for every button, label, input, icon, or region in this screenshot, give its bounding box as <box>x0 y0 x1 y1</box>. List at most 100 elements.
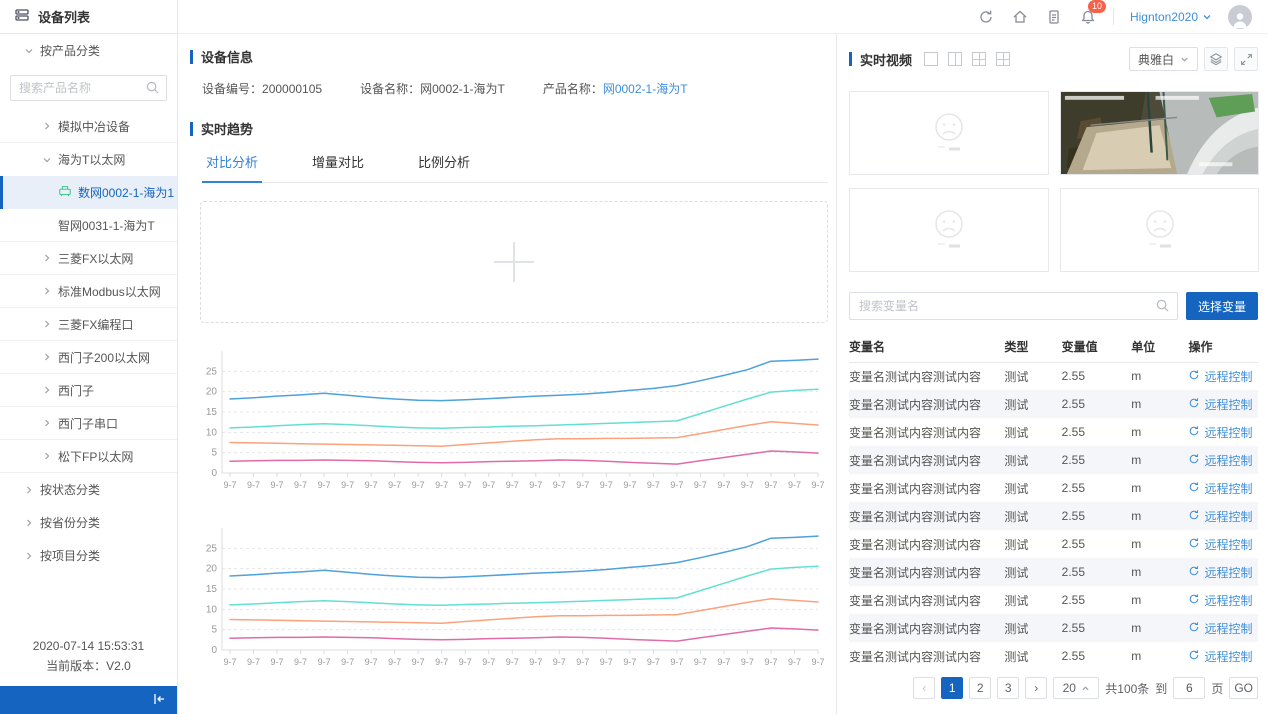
layers-button[interactable] <box>1204 47 1228 71</box>
notifications-icon[interactable]: 10 <box>1079 8 1097 26</box>
tree-item-label: 西门子 <box>58 382 94 399</box>
page-button[interactable]: 3 <box>997 677 1019 699</box>
svg-text:25: 25 <box>206 543 218 554</box>
document-icon[interactable] <box>1045 8 1063 26</box>
layout-4-icon[interactable] <box>996 52 1010 66</box>
cell-unit: m <box>1131 390 1188 418</box>
remote-control-label: 远程控制 <box>1204 424 1252 441</box>
prev-page-button[interactable]: ‹ <box>913 677 935 699</box>
video-placeholder-tile[interactable] <box>849 188 1049 272</box>
column-header: 变量值 <box>1062 332 1132 362</box>
select-variable-button[interactable]: 选择变量 <box>1186 292 1258 320</box>
remote-control-link[interactable]: 远程控制 <box>1188 648 1252 665</box>
remote-control-link[interactable]: 远程控制 <box>1188 480 1252 497</box>
total-count: 共100条 <box>1105 680 1149 697</box>
video-placeholder-tile[interactable] <box>1060 188 1259 272</box>
product-name-link[interactable]: 网0002-1-海为T <box>603 82 688 96</box>
live-video-tile[interactable] <box>1060 91 1259 175</box>
cell-name: 变量名测试内容测试内容 <box>849 418 1004 446</box>
remote-control-link[interactable]: 远程控制 <box>1188 396 1252 413</box>
chevron-right-icon <box>42 121 52 131</box>
trend-tabs: 对比分析 增量对比 比例分析 <box>202 152 828 183</box>
svg-text:9-7: 9-7 <box>271 480 284 490</box>
tree-item[interactable]: 西门子串口 <box>0 407 177 440</box>
svg-text:9-7: 9-7 <box>576 657 589 667</box>
section-accent-bar <box>849 52 852 66</box>
field-value: 200000105 <box>262 82 322 96</box>
search-icon <box>145 80 160 98</box>
variable-search-input[interactable] <box>849 292 1178 320</box>
remote-control-label: 远程控制 <box>1204 536 1252 553</box>
remote-control-link[interactable]: 远程控制 <box>1188 368 1252 385</box>
svg-text:9-7: 9-7 <box>435 480 448 490</box>
cell-value: 2.55 <box>1062 586 1132 614</box>
fullscreen-button[interactable] <box>1234 47 1258 71</box>
remote-control-label: 远程控制 <box>1204 452 1252 469</box>
refresh-icon[interactable] <box>977 8 995 26</box>
collapse-sidebar-button[interactable] <box>0 686 177 714</box>
trend-tab[interactable]: 比例分析 <box>414 152 474 182</box>
remote-control-link[interactable]: 远程控制 <box>1188 620 1252 637</box>
add-chart-dropzone[interactable] <box>200 201 828 323</box>
tree-item[interactable]: 按状态分类 <box>0 473 177 506</box>
collapse-icon <box>151 691 167 710</box>
layout-3-icon[interactable] <box>972 52 986 66</box>
svg-text:9-7: 9-7 <box>788 480 801 490</box>
search-icon <box>1155 298 1170 316</box>
page-buttons: 123 <box>941 677 1019 699</box>
tree-item[interactable]: 智网0031-1-海为T <box>0 209 177 242</box>
theme-select[interactable]: 典雅白 <box>1129 47 1198 71</box>
svg-text:9-7: 9-7 <box>647 480 660 490</box>
trend-tab[interactable]: 对比分析 <box>202 152 262 183</box>
tree-item[interactable]: 数网0002-1-海为1 <box>0 176 177 209</box>
tree-item[interactable]: 西门子200以太网 <box>0 341 177 374</box>
tree-item[interactable]: 标准Modbus以太网 <box>0 275 177 308</box>
cell-name: 变量名测试内容测试内容 <box>849 530 1004 558</box>
page-button[interactable]: 2 <box>969 677 991 699</box>
svg-text:9-7: 9-7 <box>670 657 683 667</box>
tree-item[interactable]: 松下FP以太网 <box>0 440 177 473</box>
table-row: 变量名测试内容测试内容测试2.55m远程控制 <box>849 390 1258 418</box>
product-search-input[interactable] <box>10 75 167 101</box>
layout-2-icon[interactable] <box>948 52 962 66</box>
svg-text:9-7: 9-7 <box>506 480 519 490</box>
video-tools: 典雅白 <box>1129 47 1258 71</box>
goto-page-input[interactable] <box>1173 677 1205 699</box>
next-page-button[interactable]: › <box>1025 677 1047 699</box>
avatar[interactable] <box>1228 5 1252 29</box>
remote-control-link[interactable]: 远程控制 <box>1188 536 1252 553</box>
layout-1-icon[interactable] <box>924 52 938 66</box>
username-dropdown[interactable]: Hignton2020 <box>1130 10 1212 24</box>
svg-text:9-7: 9-7 <box>623 480 636 490</box>
tree-item[interactable]: 三菱FX以太网 <box>0 242 177 275</box>
page-button[interactable]: 1 <box>941 677 963 699</box>
svg-text:9-7: 9-7 <box>529 657 542 667</box>
trend-tab[interactable]: 增量对比 <box>308 152 368 182</box>
page-size-select[interactable]: 20 <box>1053 677 1099 699</box>
svg-text:15: 15 <box>206 584 218 595</box>
tree-item[interactable]: 西门子 <box>0 374 177 407</box>
column-header: 类型 <box>1004 332 1061 362</box>
video-header: 实时视频 典雅白 <box>849 47 1258 71</box>
remote-control-link[interactable]: 远程控制 <box>1188 452 1252 469</box>
video-placeholder-tile[interactable] <box>849 91 1049 175</box>
cell-type: 测试 <box>1004 530 1061 558</box>
svg-text:9-7: 9-7 <box>764 657 777 667</box>
remote-control-link[interactable]: 远程控制 <box>1188 508 1252 525</box>
svg-text:9-7: 9-7 <box>459 480 472 490</box>
remote-control-link[interactable]: 远程控制 <box>1188 424 1252 441</box>
remote-control-link[interactable]: 远程控制 <box>1188 564 1252 581</box>
trend-charts: 05101520259-79-79-79-79-79-79-79-79-79-7… <box>190 345 836 677</box>
go-button[interactable]: GO <box>1229 677 1258 699</box>
chevron-down-icon <box>24 46 34 56</box>
tree-item[interactable]: 按产品分类 <box>0 34 177 67</box>
cell-name: 变量名测试内容测试内容 <box>849 614 1004 642</box>
tree-item[interactable]: 海为T以太网 <box>0 143 177 176</box>
remote-control-label: 远程控制 <box>1204 620 1252 637</box>
tree-item[interactable]: 按项目分类 <box>0 539 177 572</box>
tree-item[interactable]: 按省份分类 <box>0 506 177 539</box>
home-icon[interactable] <box>1011 8 1029 26</box>
remote-control-link[interactable]: 远程控制 <box>1188 592 1252 609</box>
tree-item[interactable]: 模拟中冶设备 <box>0 110 177 143</box>
tree-item[interactable]: 三菱FX编程口 <box>0 308 177 341</box>
